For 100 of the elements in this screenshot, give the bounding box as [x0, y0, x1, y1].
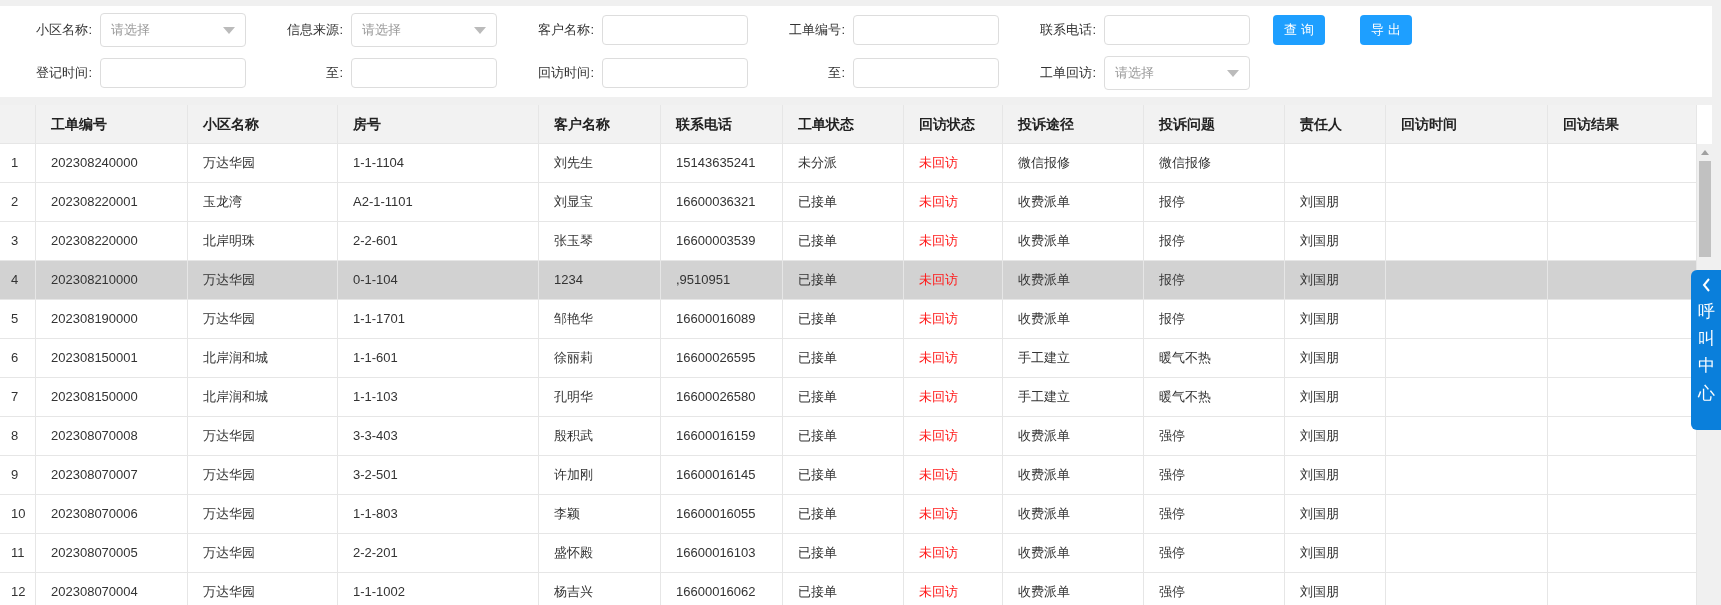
- filter-label: 登记时间:: [35, 64, 93, 83]
- table-cell-text: 已接单: [798, 583, 837, 602]
- table-cell-text: 徐丽莉: [554, 349, 593, 368]
- table-row[interactable]: 2 202308220001 玉龙湾 A2-1-1101 刘显宝 16600036321 已接单 未回访 收费派单 报停 刘国朋: [0, 183, 1697, 222]
- table-cell-text: 已接单: [798, 427, 837, 446]
- table-cell-text: 未分派: [798, 154, 837, 173]
- table-cell-text: 16600016062: [676, 583, 756, 602]
- column-header: 投诉途径: [1018, 114, 1074, 134]
- table-cell-text: 2-2-201: [353, 544, 398, 563]
- table-cell-text: 已接单: [798, 310, 837, 329]
- column-header: 工单状态: [798, 114, 854, 134]
- table-cell-text: 邹艳华: [554, 310, 593, 329]
- column-header: 回访时间: [1401, 114, 1457, 134]
- input-field[interactable]: [351, 58, 497, 88]
- table-cell-text: 未回访: [919, 505, 958, 524]
- scroll-up-arrow-icon[interactable]: [1700, 150, 1709, 155]
- table-cell-text: 张玉琴: [554, 232, 593, 251]
- table-cell-text: 强停: [1159, 466, 1185, 485]
- input-field[interactable]: [1104, 15, 1250, 45]
- input-field[interactable]: [602, 58, 748, 88]
- scrollbar-thumb[interactable]: [1698, 161, 1711, 257]
- table-cell-text: 未回访: [919, 271, 958, 290]
- table-cell-text: 2-2-601: [353, 232, 398, 251]
- input-field[interactable]: [602, 15, 748, 45]
- table-cell-text: 许加刚: [554, 466, 593, 485]
- column-header: 联系电话: [676, 114, 732, 134]
- table-cell-text: 万达华园: [203, 154, 255, 173]
- filter-label: 客户名称:: [537, 21, 595, 40]
- filter-label: 小区名称:: [35, 21, 93, 40]
- table-row[interactable]: 4 202308210000 万达华园 0-1-104 1234 ,9510951 已接单 未回访 收费派单 报停 刘国朋: [0, 261, 1697, 300]
- table-cell-text: 未回访: [919, 427, 958, 446]
- table-cell-text: 已接单: [798, 349, 837, 368]
- table-cell-text: 3-2-501: [353, 466, 398, 485]
- table-cell-text: 刘国朋: [1300, 232, 1339, 251]
- table-cell-text: 4: [11, 271, 19, 290]
- table-cell-text: 已接单: [798, 271, 837, 290]
- column-header: 工单编号: [51, 114, 107, 134]
- table-cell-text: 未回访: [919, 349, 958, 368]
- table-cell-text: 202308240000: [51, 154, 138, 173]
- column-header: 小区名称: [203, 114, 259, 134]
- table-cell-text: 3-3-403: [353, 427, 398, 446]
- table-cell-text: 刘国朋: [1300, 583, 1339, 602]
- table-cell-text: 万达华园: [203, 505, 255, 524]
- table-cell-text: 报停: [1159, 232, 1185, 251]
- table-cell-text: 6: [11, 349, 19, 368]
- table-cell-text: 万达华园: [203, 310, 255, 329]
- table-cell-text: 刘国朋: [1300, 271, 1339, 290]
- table-row[interactable]: 8 202308070008 万达华园 3-3-403 殷积武 16600016159 已接单 未回访 收费派单 强停 刘国朋: [0, 417, 1697, 456]
- caret-icon: [474, 26, 486, 34]
- table-cell-text: 手工建立: [1018, 349, 1070, 368]
- table-cell-text: 16600003539: [676, 232, 756, 251]
- table-cell-text: 202308190000: [51, 310, 138, 329]
- table-cell-text: 16600016145: [676, 466, 756, 485]
- table-cell-text: 未回访: [919, 583, 958, 602]
- table-cell-text: 收费派单: [1018, 427, 1070, 446]
- table-cell-text: 强停: [1159, 583, 1185, 602]
- table-row[interactable]: 9 202308070007 万达华园 3-2-501 许加刚 16600016145 已接单 未回访 收费派单 强停 刘国朋: [0, 456, 1697, 495]
- table-cell-text: 微信报修: [1159, 154, 1211, 173]
- filter-label: 至:: [325, 64, 344, 83]
- table-cell-text: 万达华园: [203, 544, 255, 563]
- table-cell-text: 1-1-103: [353, 388, 398, 407]
- table-cell-text: 已接单: [798, 505, 837, 524]
- table-cell-text: 未回访: [919, 232, 958, 251]
- input-field[interactable]: [853, 58, 999, 88]
- table-cell-text: 16600036321: [676, 193, 756, 212]
- table-row[interactable]: 11 202308070005 万达华园 2-2-201 盛怀殿 16600016103 已接单 未回访 收费派单 强停 刘国朋: [0, 534, 1697, 573]
- table-cell-text: 收费派单: [1018, 544, 1070, 563]
- table-cell-text: 已接单: [798, 193, 837, 212]
- table-cell-text: 杨吉兴: [554, 583, 593, 602]
- table-row[interactable]: 1 202308240000 万达华园 1-1-1104 刘先生 15143635241 未分派 未回访 微信报修 微信报修: [0, 144, 1697, 183]
- table-row[interactable]: 3 202308220000 北岸明珠 2-2-601 张玉琴 16600003539 已接单 未回访 收费派单 报停 刘国朋: [0, 222, 1697, 261]
- filter-label: 联系电话:: [1039, 21, 1097, 40]
- table-cell-text: 收费派单: [1018, 466, 1070, 485]
- table-cell-text: 2: [11, 193, 19, 212]
- table-cell-text: A2-1-1101: [353, 193, 413, 212]
- table-cell-text: 3: [11, 232, 19, 251]
- table-cell-text: 强停: [1159, 427, 1185, 446]
- table-cell-text: 收费派单: [1018, 271, 1070, 290]
- call-center-side-menu[interactable]: 呼叫中心: [1691, 270, 1721, 430]
- table-row[interactable]: 10 202308070006 万达华园 1-1-803 李颖 16600016055 已接单 未回访 收费派单 强停 刘国朋: [0, 495, 1697, 534]
- table-cell-text: 已接单: [798, 232, 837, 251]
- table-cell-text: 202308150001: [51, 349, 138, 368]
- table-cell-text: 16600016159: [676, 427, 756, 446]
- table-cell-text: 8: [11, 427, 19, 446]
- input-field[interactable]: [853, 15, 999, 45]
- table-cell-text: 收费派单: [1018, 583, 1070, 602]
- table-cell-text: 16600016055: [676, 505, 756, 524]
- table-cell-text: 1-1-1104: [353, 154, 405, 173]
- table-cell-text: 未回访: [919, 154, 958, 173]
- column-header: 回访结果: [1563, 114, 1619, 134]
- table-cell-text: 202308070006: [51, 505, 138, 524]
- input-field[interactable]: [100, 58, 246, 88]
- filter-label: 工单回访:: [1039, 64, 1097, 83]
- table-cell-text: 刘显宝: [554, 193, 593, 212]
- table-cell-text: 万达华园: [203, 271, 255, 290]
- table-cell-text: 报停: [1159, 193, 1185, 212]
- table-cell-text: 0-1-104: [353, 271, 398, 290]
- chevron-left-icon: [1701, 278, 1711, 292]
- table-cell-text: 万达华园: [203, 427, 255, 446]
- table-cell-text: 未回访: [919, 310, 958, 329]
